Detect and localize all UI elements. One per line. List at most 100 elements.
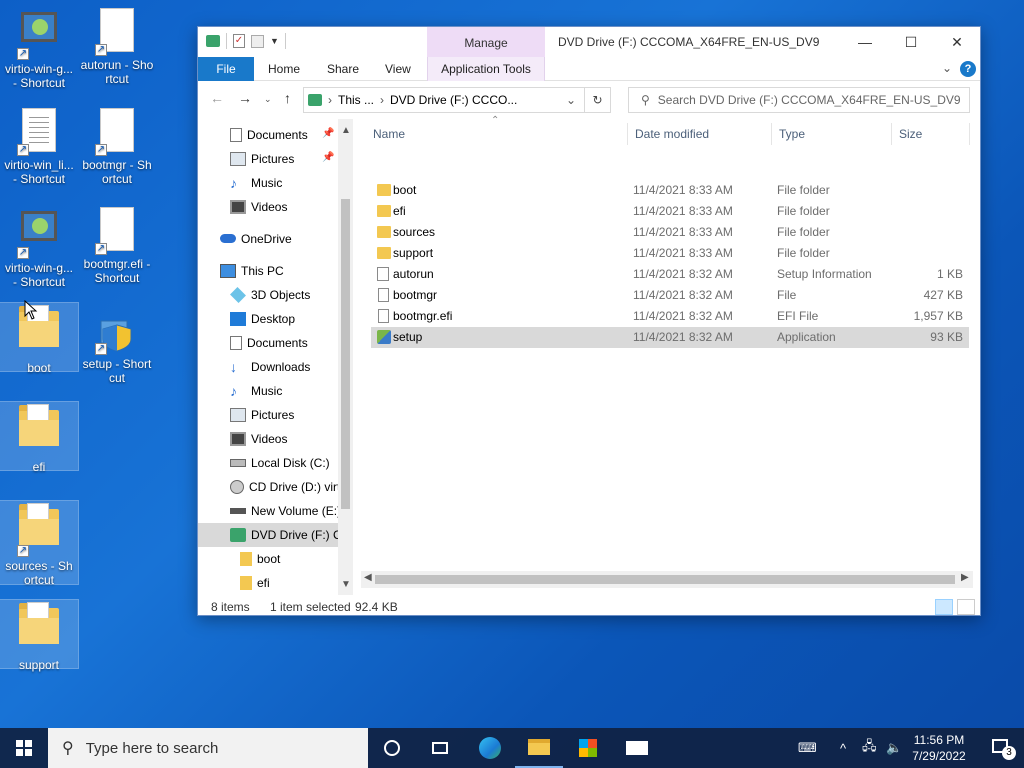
table-row[interactable]: autorun 11/4/2021 8:32 AM Setup Informat… [371, 264, 969, 285]
column-header-date[interactable]: Date modified [635, 127, 709, 141]
nav-item-downloads[interactable]: ↓ Downloads [198, 355, 338, 379]
tab-home[interactable]: Home [256, 57, 312, 81]
desktop-icon-sources[interactable]: ↗ sources - Shortcut [0, 500, 79, 587]
nav-item-documents[interactable]: Documents [198, 331, 338, 355]
title-bar[interactable]: ✓ ▼ Manage DVD Drive (F:) CCCOMA_X64FRE_… [198, 27, 980, 57]
column-header-size[interactable]: Size [899, 127, 922, 141]
column-header-type[interactable]: Type [779, 127, 805, 141]
tab-file[interactable]: File [198, 57, 254, 81]
table-row-selected[interactable]: setup 11/4/2021 8:32 AM Application 93 K… [371, 327, 969, 348]
scrollbar-thumb[interactable] [341, 199, 350, 509]
navigation-pane[interactable]: Documents 📌 Pictures 📌 ♪ Music Videos One… [198, 119, 353, 595]
desktop-icon-virtio-win-license[interactable]: ↗ virtio-win_li... - Shortcut [0, 104, 78, 186]
maximize-button[interactable]: ☐ [888, 27, 934, 57]
scroll-up-icon[interactable]: ▲ [341, 125, 351, 136]
scrollbar-thumb[interactable] [375, 575, 955, 584]
volume-muted-icon[interactable]: 🔈 [886, 728, 902, 768]
nav-item-efi[interactable]: efi [198, 571, 338, 595]
show-hidden-icons-icon[interactable]: ^ [840, 728, 846, 768]
file-list[interactable]: ⌃ Name Date modified Type Size boot 11/4… [361, 115, 973, 595]
desktop-icon-support[interactable]: support [0, 599, 79, 672]
tab-share[interactable]: Share [315, 57, 371, 81]
desktop-icon-autorun[interactable]: ↗ autorun - Shortcut [78, 4, 156, 86]
scroll-left-icon[interactable]: ◀ [364, 572, 372, 583]
desktop-icon-virtio-win-gt-2[interactable]: ↗ virtio-win-g... - Shortcut [0, 203, 78, 289]
nav-item-pictures-quick[interactable]: Pictures [198, 147, 338, 171]
recent-locations-button[interactable]: ⌄ [264, 94, 272, 105]
nav-item-cd-drive-d[interactable]: CD Drive (D:) virt [198, 475, 338, 499]
nav-pane-scrollbar[interactable]: ▲ ▼ [338, 119, 353, 595]
expand-ribbon-icon[interactable]: ⌄ [942, 61, 952, 75]
nav-item-label: Desktop [251, 312, 296, 326]
network-disconnected-icon[interactable]: 🖧 [862, 728, 877, 768]
customize-toolbar-icon[interactable]: ▼ [270, 36, 279, 46]
keyboard-icon[interactable]: ⌨ [798, 728, 817, 768]
refresh-button[interactable]: ↻ [585, 87, 611, 113]
nav-item-pictures[interactable]: Pictures [198, 403, 338, 427]
nav-item-documents-quick[interactable]: Documents [198, 123, 338, 147]
desktop-icon-efi[interactable]: efi [0, 401, 79, 474]
windows-logo-icon [16, 740, 32, 756]
desktop-icon-bootmgr-efi[interactable]: ↗ bootmgr.efi - Shortcut [78, 203, 156, 285]
horizontal-scrollbar[interactable]: ◀ ▶ [361, 571, 973, 588]
scroll-down-icon[interactable]: ▼ [341, 579, 351, 590]
breadcrumb-this-pc[interactable]: This ... [338, 93, 374, 107]
tab-application-tools[interactable]: Application Tools [427, 57, 545, 81]
nav-item-onedrive[interactable]: OneDrive [198, 227, 338, 251]
desktop-icon-boot[interactable]: boot [0, 302, 79, 375]
cortana-icon[interactable] [368, 728, 416, 768]
nav-item-videos[interactable]: Videos [198, 427, 338, 451]
table-row[interactable]: support 11/4/2021 8:33 AM File folder [371, 243, 969, 264]
details-view-icon[interactable] [935, 599, 953, 615]
start-button[interactable] [0, 728, 48, 768]
up-button[interactable]: ↑ [284, 90, 291, 106]
scroll-right-icon[interactable]: ▶ [961, 572, 969, 583]
table-row[interactable]: bootmgr.efi 11/4/2021 8:32 AM EFI File 1… [371, 306, 969, 327]
desktop-icon-bootmgr[interactable]: ↗ bootmgr - Shortcut [78, 104, 156, 186]
table-row[interactable]: bootmgr 11/4/2021 8:32 AM File 427 KB [371, 285, 969, 306]
nav-item-videos-quick[interactable]: Videos [198, 195, 338, 219]
column-header-name[interactable]: Name [373, 127, 405, 141]
nav-item-new-volume-e[interactable]: New Volume (E:) [198, 499, 338, 523]
help-icon[interactable]: ? [960, 61, 976, 77]
nav-item-music-quick[interactable]: ♪ Music [198, 171, 338, 195]
table-row[interactable]: sources 11/4/2021 8:33 AM File folder [371, 222, 969, 243]
action-center-button[interactable]: 3 [980, 728, 1024, 768]
large-icons-view-icon[interactable] [957, 599, 975, 615]
forward-button[interactable]: → [238, 90, 252, 106]
edge-browser-icon[interactable] [466, 728, 514, 768]
search-input[interactable]: ⚲ Search DVD Drive (F:) CCCOMA_X64FRE_EN… [628, 87, 970, 113]
file-explorer-icon[interactable] [515, 728, 563, 768]
breadcrumb-dvd-drive[interactable]: DVD Drive (F:) CCCO... [390, 93, 517, 107]
nav-item-dvd-drive-f[interactable]: DVD Drive (F:) C( [198, 523, 338, 547]
task-view-icon[interactable] [416, 728, 464, 768]
pin-icon[interactable]: 📌 [322, 152, 334, 163]
mail-icon[interactable] [613, 728, 661, 768]
tab-manage[interactable]: Manage [427, 27, 545, 57]
minimize-button[interactable]: — [842, 27, 888, 57]
system-clock[interactable]: 11:56 PM 7/29/2022 [905, 732, 973, 764]
properties-icon[interactable]: ✓ [233, 34, 245, 48]
nav-item-this-pc[interactable]: This PC [198, 259, 338, 283]
file-name: efi [393, 204, 406, 218]
pin-icon[interactable]: 📌 [322, 128, 334, 139]
address-bar[interactable]: › This ... › DVD Drive (F:) CCCO... ⌄ [303, 87, 585, 113]
nav-item-local-disk-c[interactable]: Local Disk (C:) [198, 451, 338, 475]
nav-item-music[interactable]: ♪ Music [198, 379, 338, 403]
table-row[interactable]: boot 11/4/2021 8:33 AM File folder [371, 180, 969, 201]
desktop-icon-label: efi [32, 460, 46, 474]
address-dropdown-icon[interactable]: ⌄ [566, 93, 576, 107]
back-button[interactable]: ← [210, 90, 224, 106]
desktop-icon-virtio-win-gt-1[interactable]: ↗ virtio-win-g... - Shortcut [0, 4, 78, 90]
tab-view[interactable]: View [373, 57, 423, 81]
nav-item-desktop[interactable]: Desktop [198, 307, 338, 331]
nav-item-boot[interactable]: boot [198, 547, 338, 571]
taskbar-search-box[interactable]: ⚲ Type here to search [48, 728, 368, 768]
microsoft-store-icon[interactable] [564, 728, 612, 768]
desktop-icon-setup[interactable]: ↗ setup - Shortcut [78, 303, 156, 385]
nav-item-3d-objects[interactable]: 3D Objects [198, 283, 338, 307]
new-folder-icon[interactable] [251, 34, 264, 48]
close-button[interactable]: ✕ [934, 27, 980, 57]
file-explorer-window[interactable]: ✓ ▼ Manage DVD Drive (F:) CCCOMA_X64FRE_… [197, 26, 981, 616]
table-row[interactable]: efi 11/4/2021 8:33 AM File folder [371, 201, 969, 222]
